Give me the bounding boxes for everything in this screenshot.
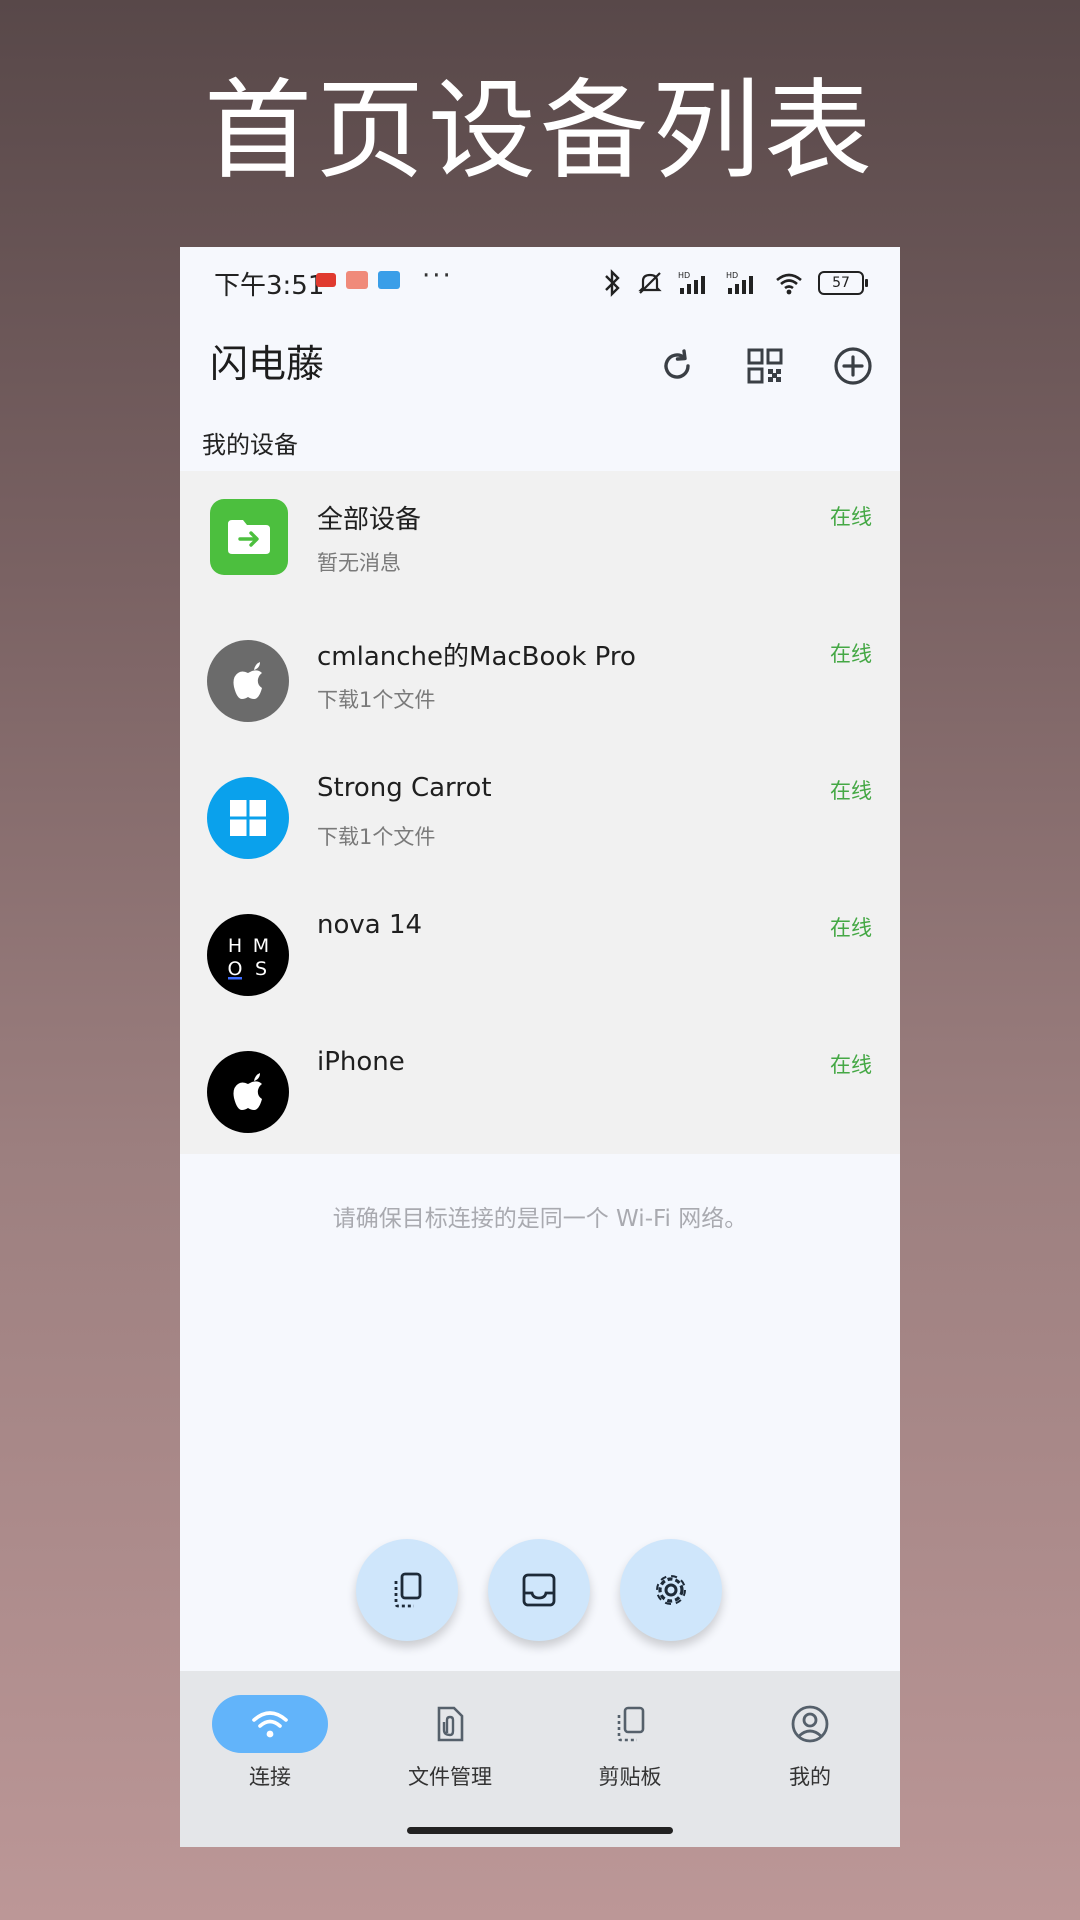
refresh-icon	[664, 349, 690, 379]
nav-label: 我的	[789, 1765, 831, 1789]
nav-icon-wrap	[392, 1695, 508, 1753]
fab-row	[356, 1539, 722, 1641]
nav-icon-wrap	[752, 1695, 868, 1753]
windows-icon	[230, 800, 266, 836]
clipboard-copy-button[interactable]	[356, 1539, 458, 1641]
device-name: 全部设备	[317, 505, 422, 535]
add-device-button[interactable]	[826, 339, 880, 393]
qr-code-button[interactable]	[738, 339, 792, 393]
app-title: 闪电藤	[210, 342, 325, 386]
svg-text:HD: HD	[726, 271, 738, 280]
device-avatar	[210, 499, 288, 575]
clipboard-copy-icon	[394, 1572, 422, 1608]
nav-label: 连接	[249, 1765, 291, 1789]
profile-icon	[791, 1705, 829, 1743]
refresh-button[interactable]	[650, 339, 704, 393]
device-status: 在线	[830, 916, 872, 940]
device-status: 在线	[830, 642, 872, 666]
add-circle-icon	[834, 347, 872, 385]
inbox-icon	[522, 1573, 556, 1607]
nav-item-files[interactable]: 文件管理	[360, 1695, 540, 1791]
status-bar: 下午3:51 ··· HD HD 57	[180, 247, 900, 317]
device-avatar	[207, 1051, 289, 1133]
svg-text:S: S	[255, 958, 267, 980]
promo-title: 首页设备列表	[203, 69, 876, 194]
device-subtitle: 下载1个文件	[317, 688, 436, 712]
device-row-nova[interactable]: HMOS nova 14 在线	[180, 882, 900, 1019]
nav-active-pill	[212, 1695, 328, 1753]
device-row-strong-carrot[interactable]: Strong Carrot 下载1个文件 在线	[180, 745, 900, 882]
device-status: 在线	[830, 1053, 872, 1077]
device-subtitle: 下载1个文件	[317, 825, 436, 849]
nav-item-clipboard[interactable]: 剪贴板	[540, 1695, 720, 1791]
device-status: 在线	[830, 779, 872, 803]
appbar-actions	[650, 339, 880, 393]
svg-text:H: H	[228, 935, 242, 957]
hmos-icon: H MO S	[228, 935, 270, 980]
wifi-status-icon	[776, 273, 802, 295]
nav-label: 剪贴板	[598, 1765, 662, 1789]
signal-hd-2-icon: HD	[726, 271, 753, 294]
settings-icon	[656, 1575, 686, 1605]
device-list: 全部设备 暂无消息 在线 cmlanche的MacBook Pro 下载1个文件…	[180, 471, 900, 1154]
wifi-hint: 请确保目标连接的是同一个 Wi-Fi 网络。	[332, 1206, 748, 1232]
device-status: 在线	[830, 505, 872, 529]
news-app-icon	[316, 273, 336, 287]
mute-bell-icon	[638, 272, 662, 294]
svg-text:HD: HD	[678, 271, 690, 280]
bottom-nav: 连接 文件管理 剪贴板 我的	[180, 1671, 900, 1847]
bluetooth-icon	[605, 269, 620, 297]
device-name: Strong Carrot	[317, 773, 492, 803]
notification-icons	[316, 271, 400, 289]
device-row-macbook[interactable]: cmlanche的MacBook Pro 下载1个文件 在线	[180, 608, 900, 745]
section-label: 我的设备	[202, 431, 298, 459]
inbox-button[interactable]	[488, 1539, 590, 1641]
status-right: HD HD 57	[602, 269, 868, 297]
more-notifications-icon: ···	[422, 261, 453, 291]
device-row-all[interactable]: 全部设备 暂无消息 在线	[180, 471, 900, 608]
mail-app-icon	[378, 271, 400, 289]
nav-item-profile[interactable]: 我的	[720, 1695, 900, 1791]
device-avatar	[207, 777, 289, 859]
qr-code-icon	[747, 348, 783, 384]
status-time: 下午3:51	[214, 271, 325, 301]
game-app-icon	[346, 271, 368, 289]
phone-screen: 下午3:51 ··· HD HD 57 闪电藤 我的设备 全部设备 暂无消息 在…	[180, 247, 900, 1847]
file-attachment-icon	[437, 1706, 464, 1742]
nav-item-connect[interactable]: 连接	[180, 1695, 360, 1791]
device-avatar	[207, 640, 289, 722]
home-indicator[interactable]	[407, 1827, 673, 1834]
clipboard-icon	[617, 1706, 645, 1742]
nav-label: 文件管理	[408, 1765, 492, 1789]
device-name: cmlanche的MacBook Pro	[317, 642, 636, 672]
svg-text:M: M	[253, 935, 269, 957]
device-name: iPhone	[317, 1047, 405, 1077]
signal-hd-1-icon: HD	[678, 271, 705, 294]
settings-button[interactable]	[620, 1539, 722, 1641]
apple-icon	[233, 1073, 262, 1110]
svg-text:O: O	[228, 958, 243, 980]
device-avatar: HMOS	[207, 914, 289, 996]
device-name: nova 14	[317, 910, 423, 940]
battery-icon: 57	[818, 271, 868, 295]
wifi-icon	[252, 1711, 288, 1738]
folder-transfer-icon	[228, 520, 270, 554]
device-subtitle: 暂无消息	[317, 551, 401, 575]
device-row-iphone[interactable]: iPhone 在线	[180, 1019, 900, 1156]
nav-icon-wrap	[572, 1695, 688, 1753]
apple-icon	[233, 662, 262, 699]
